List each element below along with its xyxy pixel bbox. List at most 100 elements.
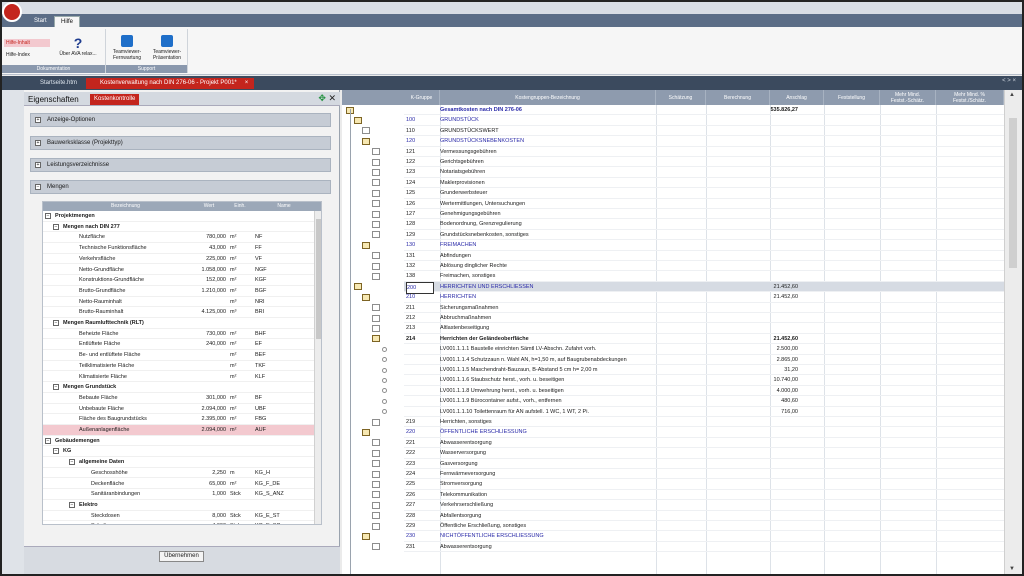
col-bezeichnung[interactable]: Kostengruppen-Bezeichnung xyxy=(440,90,656,105)
mengen-row[interactable]: Brutto-Rauminhalt 4.125,000 m³ BRI xyxy=(43,307,321,318)
mengen-row[interactable]: Außenanlagenfläche 2.094,000 m² AUF xyxy=(43,425,321,436)
table-row[interactable]: 228 Abfallentsorgung xyxy=(404,511,1004,521)
mengen-row[interactable]: Unbebaute Fläche 2.094,000 m² UBF xyxy=(43,404,321,415)
section-bauwerksklasse[interactable]: + Bauwerksklasse (Projekttyp) xyxy=(30,136,331,150)
document-icon[interactable] xyxy=(372,231,380,239)
collapse-icon[interactable]: − xyxy=(53,223,59,230)
table-row[interactable]: 123 Notariatsgebühren xyxy=(404,167,1004,178)
section-anzeige-optionen[interactable]: + Anzeige-Optionen xyxy=(30,113,331,127)
folder-icon[interactable] xyxy=(362,241,370,249)
table-row[interactable]: 120 GRUNDSTÜCKSNEBENKOSTEN xyxy=(404,136,1004,147)
ueber-button[interactable]: ? Über AVA relax... xyxy=(54,36,102,57)
table-row[interactable]: LV001.1.1.5 Maschendraht-Bauzaun, B-Abst… xyxy=(404,365,1004,376)
tab-startseite[interactable]: Startseite.htm xyxy=(26,78,83,89)
table-row[interactable]: LV001.1.1.8 Umwehrung herst., vorh. u. b… xyxy=(404,386,1004,397)
table-row[interactable]: 212 Abbruchmaßnahmen xyxy=(404,313,1004,324)
folder-icon[interactable] xyxy=(354,116,362,124)
document-icon[interactable] xyxy=(372,168,380,176)
document-icon[interactable] xyxy=(362,127,370,135)
expand-icon[interactable]: + xyxy=(35,162,41,168)
table-row[interactable]: 121 Vermessungsgebühren xyxy=(404,147,1004,157)
col-mehr-mind[interactable]: Mehr Mind. Festst.-Schätz. xyxy=(880,90,936,105)
table-row[interactable]: LV001.1.1.4 Schutzzaun n. Wahl AN, h=1,5… xyxy=(404,355,1004,365)
mengen-row[interactable]: Netto-Rauminhalt m³ NRI xyxy=(43,297,321,308)
col-bezeichnung[interactable]: Bezeichnung xyxy=(63,202,188,211)
collapse-icon[interactable]: − xyxy=(53,320,59,326)
table-row[interactable]: 127 Genehmigungsgebühren xyxy=(404,209,1004,220)
mengen-row[interactable]: Netto-Grundfläche 1.058,000 m² NGF xyxy=(43,265,321,276)
document-icon[interactable] xyxy=(382,377,387,383)
mengen-row[interactable]: Steckdosen 8,000 Stck KG_E_ST xyxy=(43,511,321,522)
mengen-row[interactable]: Deckenfläche 65,000 m² KG_F_DE xyxy=(43,479,321,490)
teamviewer-fernwartung-button[interactable]: Teamviewer- Fernwartung xyxy=(108,35,146,61)
hilfe-inhalt-button[interactable]: Hilfe-Inhalt xyxy=(4,39,50,47)
table-row[interactable]: 214 Herrichten der Geländeoberfläche 21.45… xyxy=(404,334,1004,345)
tab-start[interactable]: Start xyxy=(28,16,53,27)
document-icon[interactable] xyxy=(372,220,380,228)
collapse-icon[interactable]: − xyxy=(53,384,59,391)
hilfe-index-button[interactable]: Hilfe-Index xyxy=(4,51,30,59)
folder-icon[interactable] xyxy=(362,428,370,436)
document-icon[interactable] xyxy=(382,346,387,352)
table-row[interactable]: 100 GRUNDSTÜCK xyxy=(404,115,1004,126)
tab-hilfe[interactable]: Hilfe xyxy=(54,16,81,27)
table-row[interactable]: 110 GRUNDSTÜCKSWERT xyxy=(404,126,1004,137)
collapse-icon[interactable]: − xyxy=(69,501,75,508)
folder-icon[interactable] xyxy=(362,532,370,540)
collapse-icon[interactable]: − xyxy=(45,437,51,444)
document-icon[interactable] xyxy=(372,418,380,426)
table-row[interactable]: 226 Telekommunikation xyxy=(404,490,1004,501)
document-icon[interactable] xyxy=(372,449,380,457)
table-row[interactable]: 229 Öffentliche Erschließung, sonstiges xyxy=(404,521,1004,532)
document-icon[interactable] xyxy=(372,522,380,530)
table-row[interactable]: 130 FREIMACHEN xyxy=(404,240,1004,251)
table-row[interactable]: 227 Verkehrserschließung xyxy=(404,500,1004,511)
table-row[interactable]: 129 Grundstücksnebenkosten, sonstiges xyxy=(404,230,1004,241)
mengen-row[interactable]: Be- und entlüftete Fläche m² BEF xyxy=(43,350,321,361)
folder-icon[interactable] xyxy=(372,335,380,343)
table-row[interactable]: 124 Maklerprovisionen xyxy=(404,178,1004,189)
document-icon[interactable] xyxy=(372,179,380,187)
table-row[interactable]: 224 Fernwärmeversorgung xyxy=(404,469,1004,480)
table-row[interactable]: 220 ÖFFENTLICHE ERSCHLIESSUNG xyxy=(404,427,1004,438)
mengen-row[interactable]: − Gebäudemengen xyxy=(43,436,321,447)
folder-icon[interactable] xyxy=(362,137,370,145)
collapse-icon[interactable]: − xyxy=(53,448,59,455)
table-row[interactable]: 122 Gerichtsgebühren xyxy=(404,157,1004,168)
document-icon[interactable] xyxy=(372,252,380,260)
mengen-row[interactable]: − Mengen nach DIN 277 xyxy=(43,222,321,233)
mengen-row[interactable]: − Mengen Raumlufttechnik (RLT) xyxy=(43,318,321,329)
col-berechnung[interactable]: Berechnung xyxy=(706,90,770,105)
document-icon[interactable] xyxy=(372,148,380,156)
table-row[interactable]: 200 HERRICHTEN UND ERSCHLIESSEN 21.452,60 xyxy=(404,281,1004,295)
expand-icon[interactable]: + xyxy=(35,140,41,146)
document-icon[interactable] xyxy=(372,501,380,509)
document-icon[interactable] xyxy=(372,272,380,280)
document-icon[interactable] xyxy=(382,357,387,363)
table-row[interactable]: 132 Ablösung dinglicher Rechte xyxy=(404,261,1004,272)
document-icon[interactable] xyxy=(372,480,380,488)
collapse-icon[interactable]: − xyxy=(45,213,51,219)
mengen-row[interactable]: Schalter 4,000 Stck KG_E_SC xyxy=(43,521,321,524)
document-icon[interactable] xyxy=(372,470,380,478)
mengen-row[interactable]: Nutzfläche 780,000 m² NF xyxy=(43,232,321,244)
col-schaetzung[interactable]: Schätzung xyxy=(656,90,706,105)
mengen-row[interactable]: Geschosshöhe 2,250 m KG_H xyxy=(43,468,321,479)
table-row[interactable]: 211 Sicherungsmaßnahmen xyxy=(404,303,1004,313)
table-row[interactable]: LV001.1.1.9 Bürocontainer aufst., vorh.,… xyxy=(404,396,1004,407)
col-einh[interactable]: Einh. xyxy=(228,202,252,211)
col-mehr-mind-pct[interactable]: Mehr Mind. % Festst./Schätz. xyxy=(936,90,1004,105)
table-row[interactable]: 219 Herrichten, sonstiges xyxy=(404,417,1004,428)
mengen-row[interactable]: Konstruktions-Grundfläche 152,000 m² KGF xyxy=(43,275,321,286)
table-row[interactable]: 128 Bodenordnung, Grenzregulierung xyxy=(404,219,1004,230)
document-icon[interactable] xyxy=(372,512,380,520)
tab-kostenverwaltung[interactable]: Kostenverwaltung nach DIN 276-06 - Proje… xyxy=(86,78,255,89)
col-k-gruppe[interactable]: K-Gruppe xyxy=(404,90,440,105)
document-icon[interactable] xyxy=(382,409,387,415)
document-icon[interactable] xyxy=(382,388,387,394)
document-icon[interactable] xyxy=(372,189,380,197)
table-row[interactable]: 230 NICHTÖFFENTLICHE ERSCHLIESSUNG xyxy=(404,531,1004,542)
table-row[interactable]: LV001.1.1.1 Baustelle einrichten Sämtl L… xyxy=(404,344,1004,355)
table-row[interactable]: 222 Wasserversorgung xyxy=(404,448,1004,459)
table-row[interactable]: 125 Grunderwerbsteuer xyxy=(404,188,1004,199)
